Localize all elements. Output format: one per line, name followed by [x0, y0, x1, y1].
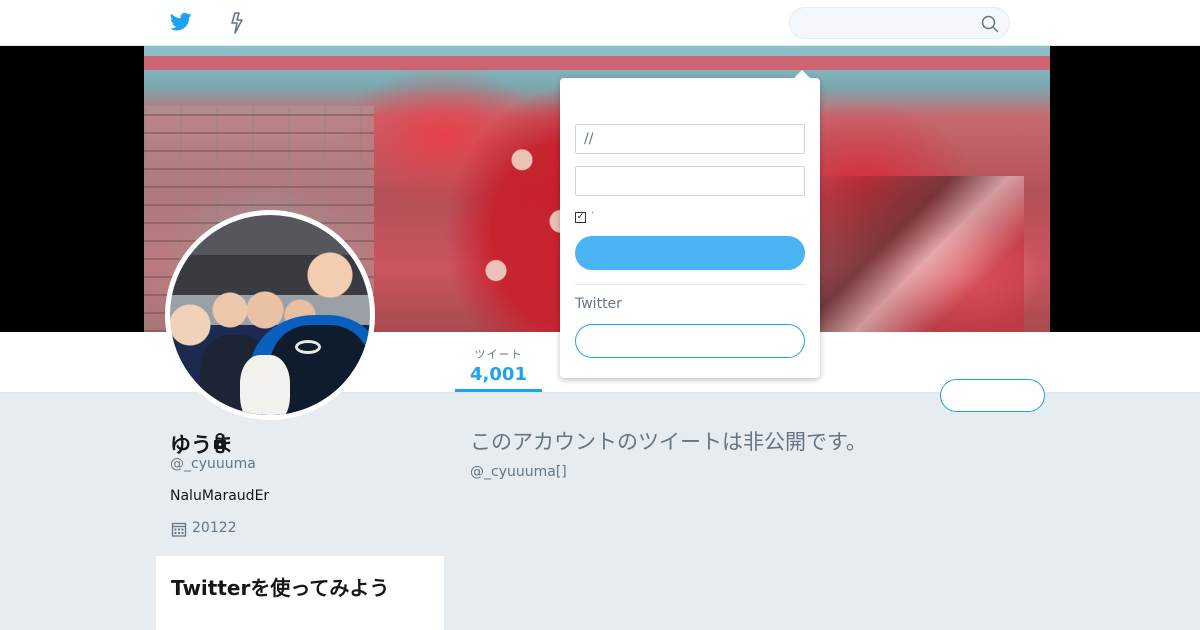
- twitter-bird-icon[interactable]: [170, 12, 192, 32]
- tweets-count: 4,001: [470, 364, 527, 385]
- remember-me-label: ·: [591, 208, 595, 219]
- protected-subtitle: @_cyuuuma[]: [470, 464, 567, 480]
- dropdown-divider: [575, 284, 805, 285]
- search-input[interactable]: [789, 7, 1010, 39]
- search-icon[interactable]: [981, 15, 999, 33]
- signup-prompt: Twitter: [575, 296, 622, 312]
- side-card: Twitterを使ってみよう: [156, 556, 444, 630]
- profile-bio: NaluMaraudEr: [170, 488, 270, 504]
- profile-handle[interactable]: @_cyuuuma: [170, 456, 256, 472]
- joined-date: 20122: [192, 520, 237, 536]
- tweets-label: ツイート: [474, 348, 523, 361]
- lock-icon: [214, 433, 226, 449]
- follow-button[interactable]: [940, 379, 1045, 412]
- username-field[interactable]: //: [575, 124, 805, 154]
- password-field[interactable]: [575, 166, 805, 196]
- signup-button[interactable]: [575, 324, 805, 358]
- side-card-title: Twitterを使ってみよう: [171, 576, 390, 600]
- login-button[interactable]: [575, 236, 805, 270]
- remember-me-checkbox[interactable]: ✓: [575, 212, 586, 223]
- top-navigation-bar: [0, 0, 1200, 46]
- calendar-icon: [171, 522, 187, 537]
- lightning-bolt-icon[interactable]: [228, 12, 246, 34]
- tab-tweets[interactable]: ツイート 4,001: [455, 332, 542, 392]
- dropdown-caret: [793, 70, 811, 79]
- avatar[interactable]: [165, 210, 375, 420]
- protected-title: このアカウントのツイートは非公開です。: [470, 430, 867, 454]
- login-dropdown: // ✓ · Twitter: [560, 70, 820, 378]
